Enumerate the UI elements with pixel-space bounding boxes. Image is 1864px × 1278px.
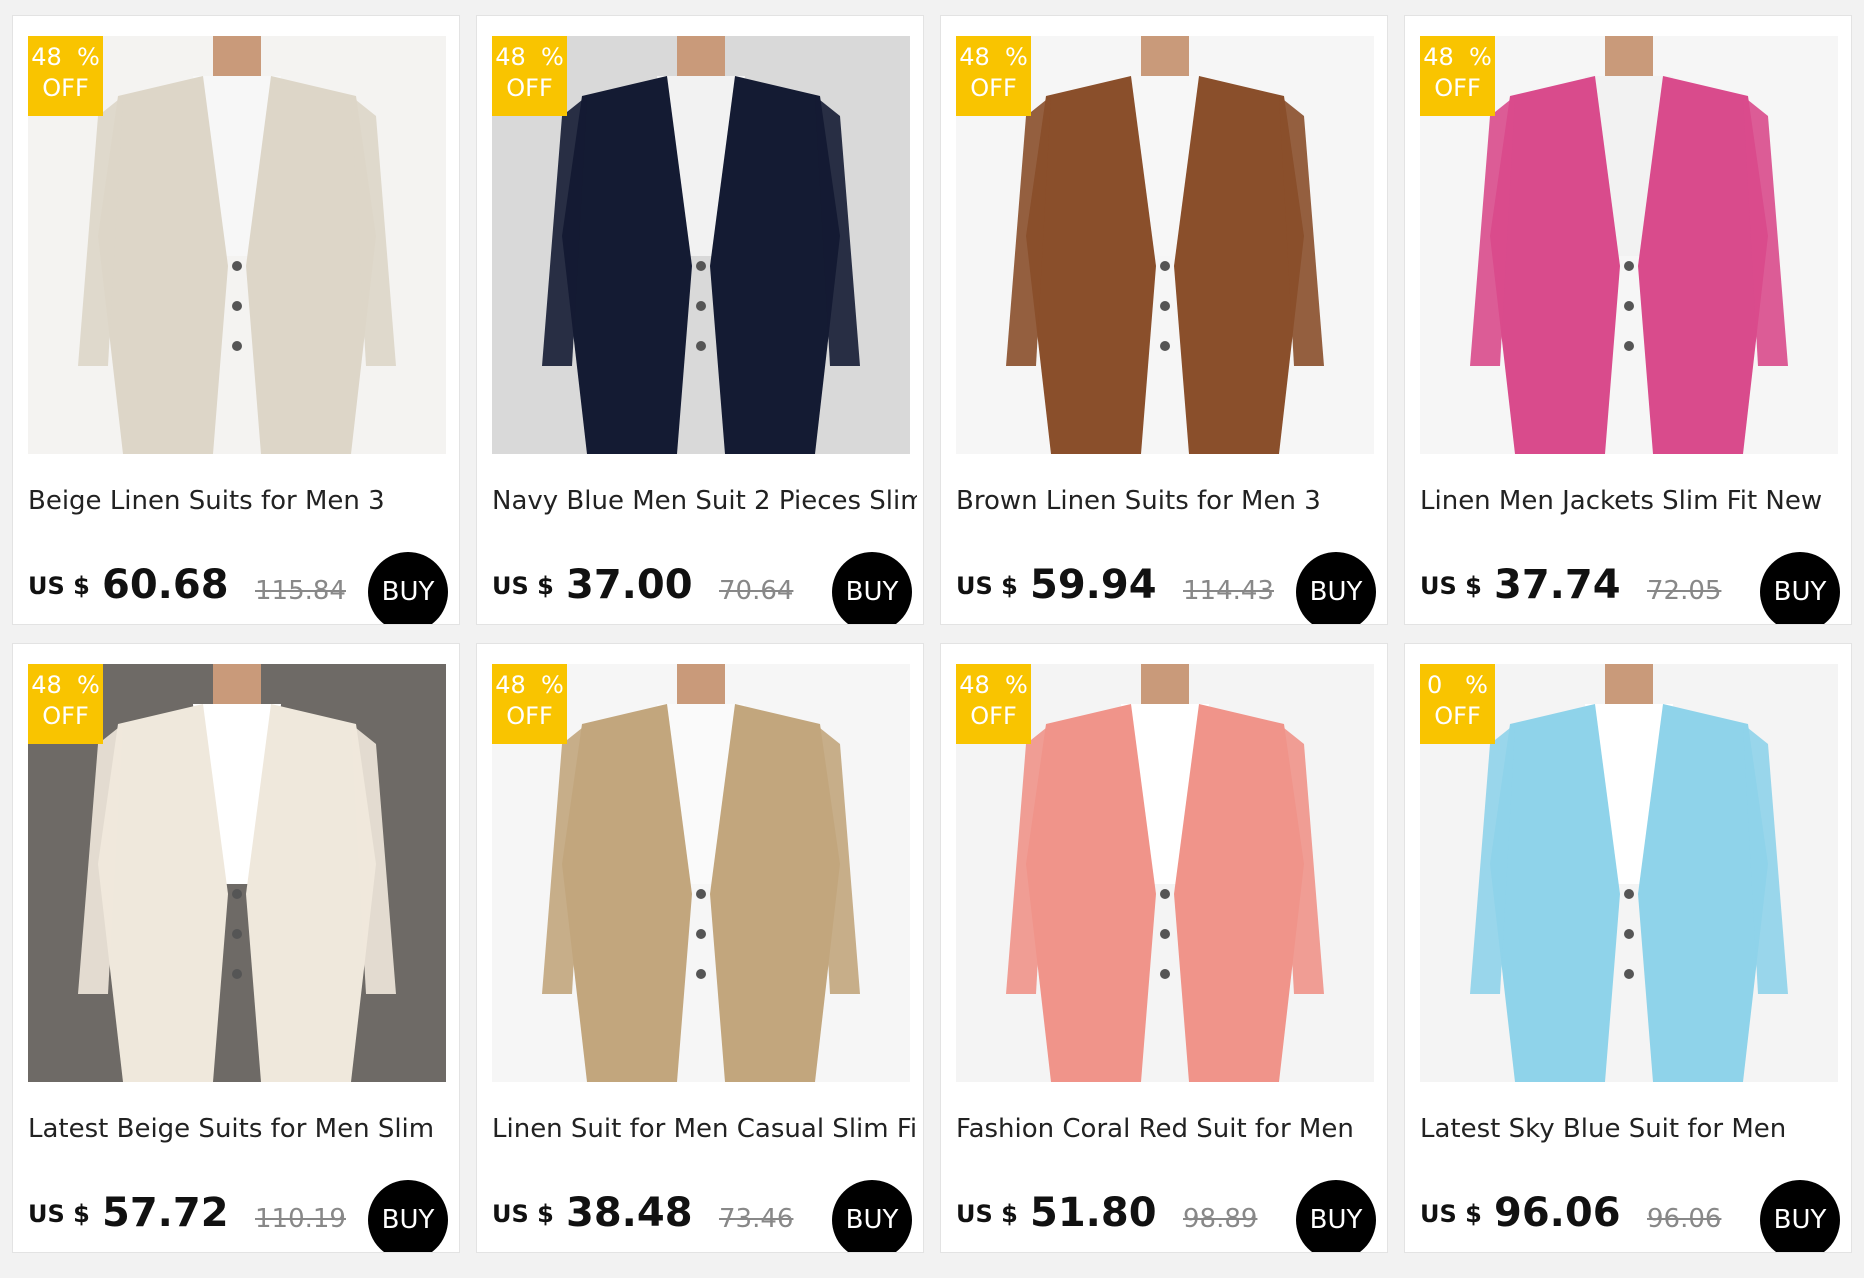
sale-price: 60.68	[102, 562, 229, 608]
discount-off-label: OFF	[506, 702, 553, 730]
discount-badge: 48 % OFF	[28, 36, 103, 116]
discount-badge: 48 % OFF	[28, 664, 103, 744]
price-row: US $ 60.68 115.84 BUY	[28, 552, 448, 624]
discount-off-label: OFF	[970, 74, 1017, 102]
buy-button[interactable]: BUY	[368, 552, 448, 624]
discount-badge: 0 % OFF	[1420, 664, 1495, 744]
original-price: 114.43	[1183, 576, 1274, 606]
product-title[interactable]: Beige Linen Suits for Men 3	[28, 486, 453, 516]
currency-label: US $	[492, 572, 554, 600]
product-title[interactable]: Latest Sky Blue Suit for Men	[1420, 1114, 1845, 1144]
buy-button[interactable]: BUY	[1760, 552, 1840, 624]
product-title[interactable]: Latest Beige Suits for Men Slim	[28, 1114, 453, 1144]
currency-label: US $	[492, 1200, 554, 1228]
original-price: 73.46	[719, 1204, 794, 1234]
price-row: US $ 51.80 98.89 BUY	[956, 1180, 1376, 1252]
discount-off-label: OFF	[42, 702, 89, 730]
currency-label: US $	[28, 1200, 90, 1228]
discount-percent: 48 %	[31, 671, 100, 699]
product-title[interactable]: Navy Blue Men Suit 2 Pieces Slim	[492, 486, 917, 516]
buy-button[interactable]: BUY	[832, 552, 912, 624]
original-price: 110.19	[255, 1204, 346, 1234]
buy-button[interactable]: BUY	[832, 1180, 912, 1252]
price-row: US $ 96.06 96.06 BUY	[1420, 1180, 1840, 1252]
sale-price: 57.72	[102, 1190, 229, 1236]
discount-badge: 48 % OFF	[956, 36, 1031, 116]
discount-badge: 48 % OFF	[1420, 36, 1495, 116]
discount-percent: 48 %	[495, 671, 564, 699]
product-grid: 48 % OFF Beige Linen Suits for Men 3 US …	[0, 0, 1864, 1278]
currency-label: US $	[956, 572, 1018, 600]
discount-off-label: OFF	[506, 74, 553, 102]
discount-badge: 48 % OFF	[956, 664, 1031, 744]
discount-off-label: OFF	[970, 702, 1017, 730]
product-card[interactable]: 48 % OFF Brown Linen Suits for Men 3 US …	[940, 15, 1388, 625]
price-row: US $ 38.48 73.46 BUY	[492, 1180, 912, 1252]
discount-percent: 0 %	[1427, 671, 1488, 699]
product-title[interactable]: Brown Linen Suits for Men 3	[956, 486, 1381, 516]
product-card[interactable]: 0 % OFF Latest Sky Blue Suit for Men US …	[1404, 643, 1852, 1253]
original-price: 115.84	[255, 576, 346, 606]
sale-price: 96.06	[1494, 1190, 1621, 1236]
discount-off-label: OFF	[1434, 702, 1481, 730]
price-row: US $ 57.72 110.19 BUY	[28, 1180, 448, 1252]
original-price: 96.06	[1647, 1204, 1722, 1234]
discount-off-label: OFF	[42, 74, 89, 102]
sale-price: 51.80	[1030, 1190, 1157, 1236]
sale-price: 38.48	[566, 1190, 693, 1236]
currency-label: US $	[956, 1200, 1018, 1228]
product-card[interactable]: 48 % OFF Beige Linen Suits for Men 3 US …	[12, 15, 460, 625]
product-card[interactable]: 48 % OFF Navy Blue Men Suit 2 Pieces Sli…	[476, 15, 924, 625]
product-title[interactable]: Linen Men Jackets Slim Fit New	[1420, 486, 1845, 516]
discount-percent: 48 %	[31, 43, 100, 71]
buy-button[interactable]: BUY	[1296, 1180, 1376, 1252]
discount-percent: 48 %	[959, 43, 1028, 71]
sale-price: 59.94	[1030, 562, 1157, 608]
buy-button[interactable]: BUY	[1296, 552, 1376, 624]
original-price: 98.89	[1183, 1204, 1258, 1234]
product-card[interactable]: 48 % OFF Latest Beige Suits for Men Slim…	[12, 643, 460, 1253]
product-card[interactable]: 48 % OFF Linen Suit for Men Casual Slim …	[476, 643, 924, 1253]
sale-price: 37.74	[1494, 562, 1621, 608]
original-price: 72.05	[1647, 576, 1722, 606]
buy-button[interactable]: BUY	[368, 1180, 448, 1252]
currency-label: US $	[28, 572, 90, 600]
currency-label: US $	[1420, 572, 1482, 600]
product-title[interactable]: Fashion Coral Red Suit for Men	[956, 1114, 1381, 1144]
buy-button[interactable]: BUY	[1760, 1180, 1840, 1252]
original-price: 70.64	[719, 576, 794, 606]
discount-badge: 48 % OFF	[492, 36, 567, 116]
discount-off-label: OFF	[1434, 74, 1481, 102]
discount-percent: 48 %	[1423, 43, 1492, 71]
product-card[interactable]: 48 % OFF Linen Men Jackets Slim Fit New …	[1404, 15, 1852, 625]
discount-badge: 48 % OFF	[492, 664, 567, 744]
sale-price: 37.00	[566, 562, 693, 608]
price-row: US $ 37.00 70.64 BUY	[492, 552, 912, 624]
price-row: US $ 59.94 114.43 BUY	[956, 552, 1376, 624]
discount-percent: 48 %	[959, 671, 1028, 699]
price-row: US $ 37.74 72.05 BUY	[1420, 552, 1840, 624]
product-card[interactable]: 48 % OFF Fashion Coral Red Suit for Men …	[940, 643, 1388, 1253]
product-title[interactable]: Linen Suit for Men Casual Slim Fit	[492, 1114, 917, 1144]
currency-label: US $	[1420, 1200, 1482, 1228]
discount-percent: 48 %	[495, 43, 564, 71]
